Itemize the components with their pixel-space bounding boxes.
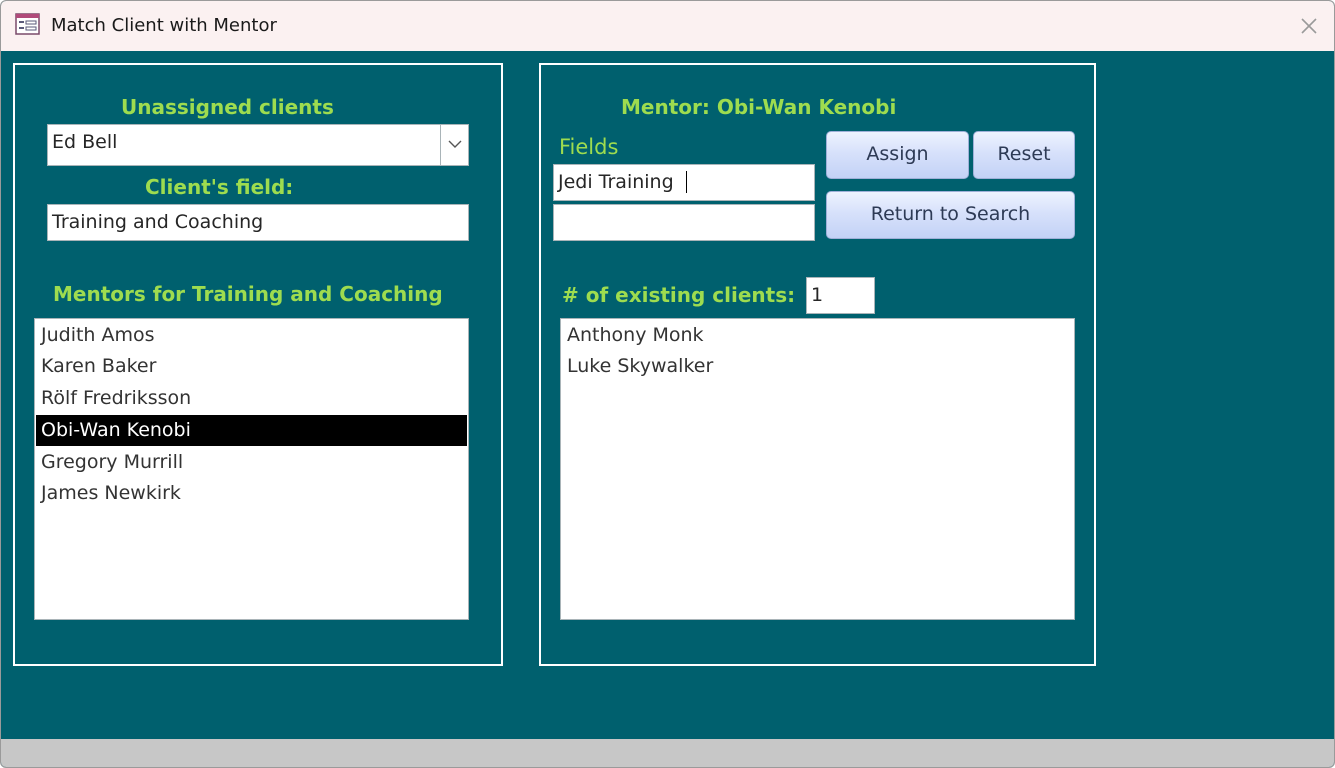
- title-bar[interactable]: Match Client with Mentor: [1, 1, 1334, 51]
- mentor-title: Mentor: Obi-Wan Kenobi: [621, 95, 897, 119]
- mentors-list-label: Mentors for Training and Coaching: [53, 282, 443, 306]
- unassigned-clients-combo[interactable]: Ed Bell: [47, 124, 469, 166]
- existing-clients-listbox[interactable]: Anthony Monk Luke Skywalker: [560, 318, 1075, 620]
- clients-field-input[interactable]: Training and Coaching: [47, 204, 469, 241]
- close-icon: [1301, 18, 1317, 34]
- list-item[interactable]: Rölf Fredriksson: [36, 383, 467, 414]
- status-bar: [1, 739, 1334, 767]
- mentors-listbox[interactable]: Judith Amos Karen Baker Rölf Fredriksson…: [34, 318, 469, 620]
- list-item[interactable]: Luke Skywalker: [562, 351, 1073, 382]
- return-to-search-button[interactable]: Return to Search: [826, 191, 1075, 239]
- list-item-selected[interactable]: Obi-Wan Kenobi: [36, 415, 467, 446]
- text-caret: [686, 171, 687, 193]
- fields-label: Fields: [559, 135, 619, 159]
- list-item[interactable]: James Newkirk: [36, 478, 467, 509]
- match-client-window: Match Client with Mentor Unassigned clie…: [0, 0, 1335, 768]
- unassigned-clients-value: Ed Bell: [52, 131, 118, 153]
- window-title: Match Client with Mentor: [51, 15, 277, 36]
- existing-clients-count[interactable]: 1: [806, 277, 875, 314]
- list-item[interactable]: Judith Amos: [36, 320, 467, 351]
- field-1-input[interactable]: Jedi Training: [553, 164, 815, 201]
- existing-clients-label: # of existing clients:: [562, 283, 796, 307]
- list-item[interactable]: Karen Baker: [36, 351, 467, 382]
- list-item[interactable]: Anthony Monk: [562, 320, 1073, 351]
- list-item[interactable]: Gregory Murrill: [36, 447, 467, 478]
- close-button[interactable]: [1293, 11, 1325, 41]
- unassigned-clients-label: Unassigned clients: [121, 95, 334, 119]
- combo-dropdown-button[interactable]: [440, 125, 468, 165]
- assign-button[interactable]: Assign: [826, 131, 969, 179]
- field-2-input[interactable]: [553, 204, 815, 241]
- form-icon: [15, 13, 40, 35]
- clients-field-label: Client's field:: [145, 175, 294, 199]
- chevron-down-icon: [448, 140, 462, 148]
- reset-button[interactable]: Reset: [973, 131, 1075, 179]
